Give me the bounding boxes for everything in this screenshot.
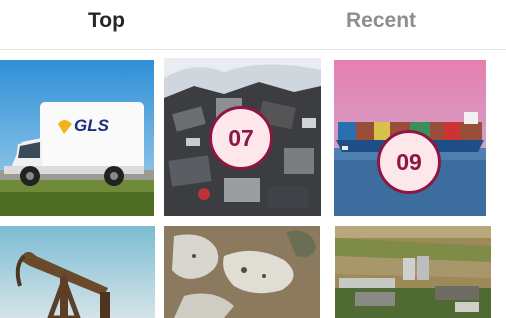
aerial-farm-silos-image [335, 226, 491, 318]
grid-tile-aerial-farm-silos[interactable] [335, 226, 491, 318]
badge-07: 07 [209, 106, 273, 170]
grid-tile-oil-pump-jack[interactable] [0, 226, 155, 318]
tab-top[interactable]: Top [88, 4, 125, 38]
van-logo-text: GLS [74, 116, 110, 135]
tab-bar: Top Recent [0, 0, 506, 46]
delivery-van-image: GLS [0, 60, 154, 216]
grid-tile-delivery-van[interactable]: GLS [0, 60, 154, 216]
badge-09: 09 [377, 130, 441, 194]
tab-recent[interactable]: Recent [346, 4, 416, 38]
tab-divider [0, 49, 506, 50]
aerial-flood-terrain-image [164, 226, 320, 318]
oil-pump-jack-image [0, 226, 155, 318]
grid-tile-aerial-flood-terrain[interactable] [164, 226, 320, 318]
